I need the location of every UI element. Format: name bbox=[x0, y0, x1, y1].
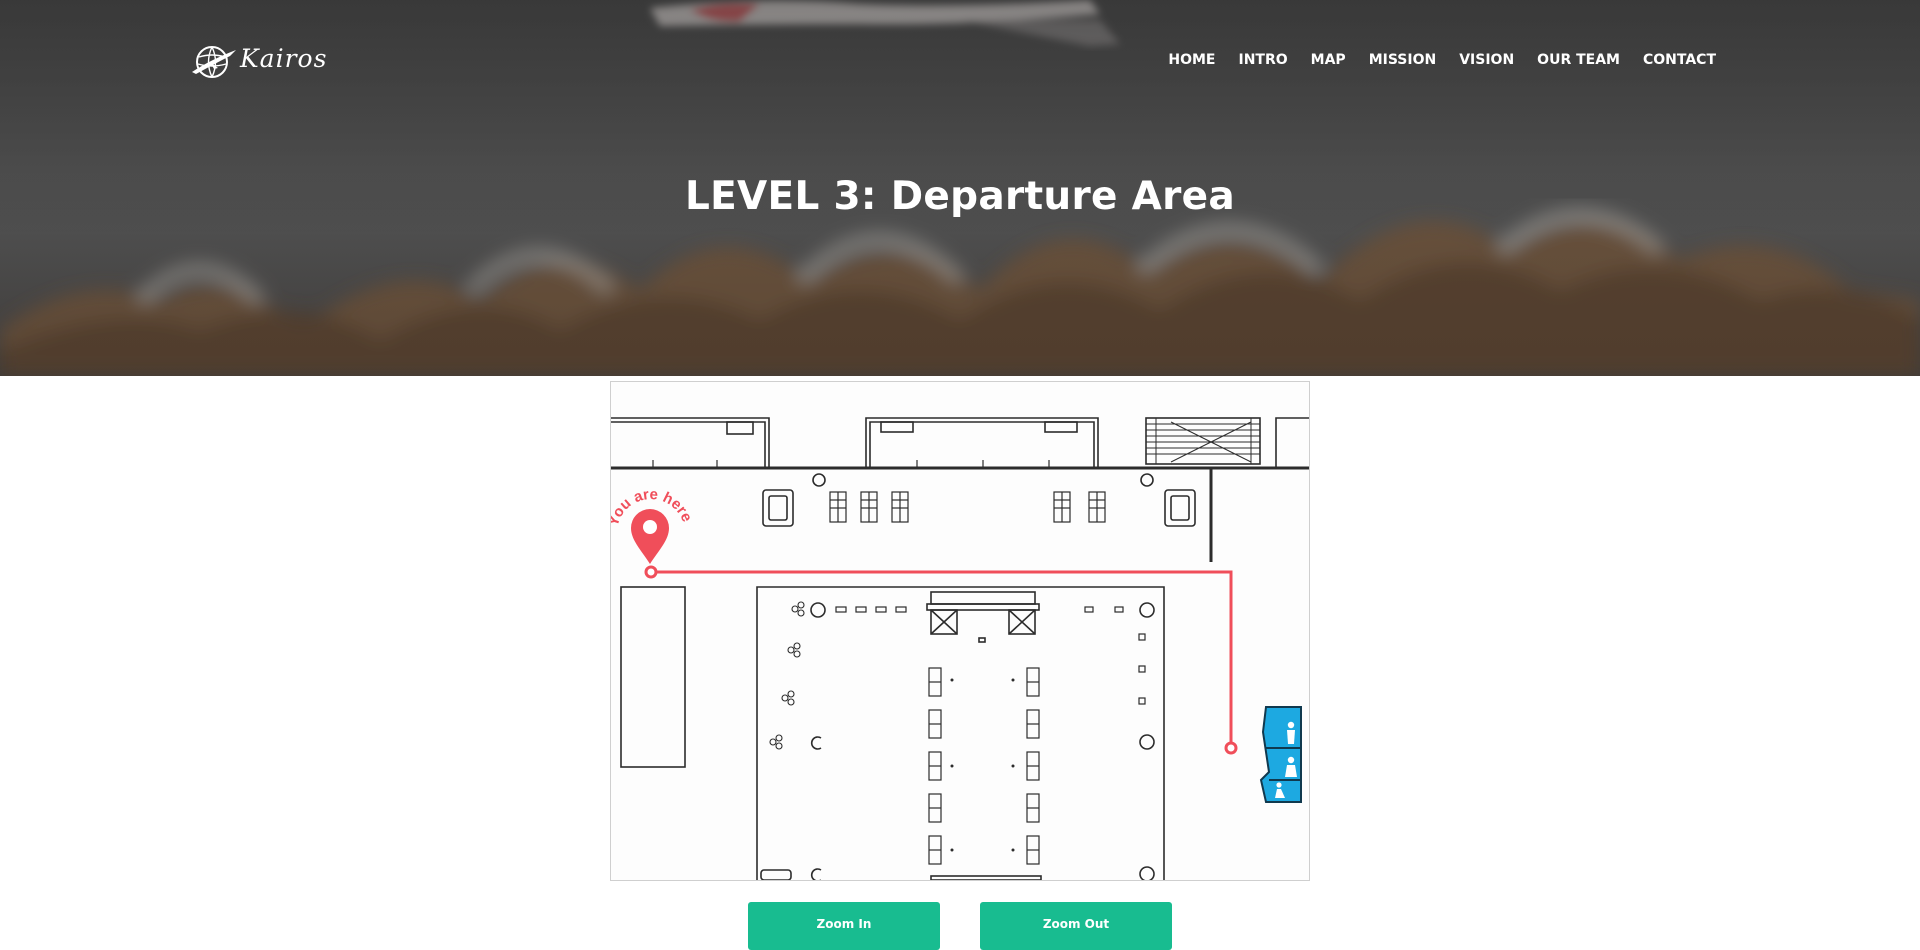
main-navigation: HOME INTRO MAP MISSION VISION OUR TEAM C… bbox=[1145, 52, 1716, 68]
zoom-out-button[interactable]: Zoom Out bbox=[980, 902, 1172, 950]
nav-item-contact[interactable]: CONTACT bbox=[1643, 52, 1716, 68]
nav-item-home[interactable]: HOME bbox=[1168, 52, 1215, 68]
nav-item-intro[interactable]: INTRO bbox=[1238, 52, 1287, 68]
nav-item-our-team[interactable]: OUR TEAM bbox=[1537, 52, 1620, 68]
zoom-in-button[interactable]: Zoom In bbox=[748, 902, 940, 950]
nav-item-mission[interactable]: MISSION bbox=[1369, 52, 1437, 68]
floor-plan-drawing: You are here bbox=[611, 417, 1309, 880]
nav-item-vision[interactable]: VISION bbox=[1459, 52, 1514, 68]
page-title: LEVEL 3: Departure Area bbox=[684, 174, 1236, 219]
brand-logo[interactable]: Kairos bbox=[190, 40, 326, 84]
globe-airplane-icon bbox=[192, 46, 236, 78]
floor-map[interactable]: You are here bbox=[610, 381, 1310, 881]
brand-name: Kairos bbox=[240, 44, 328, 73]
location-pin-icon[interactable] bbox=[631, 509, 669, 564]
hero-banner: Kairos HOME INTRO MAP MISSION VISION OUR… bbox=[0, 0, 1920, 376]
nav-item-map[interactable]: MAP bbox=[1311, 52, 1346, 68]
